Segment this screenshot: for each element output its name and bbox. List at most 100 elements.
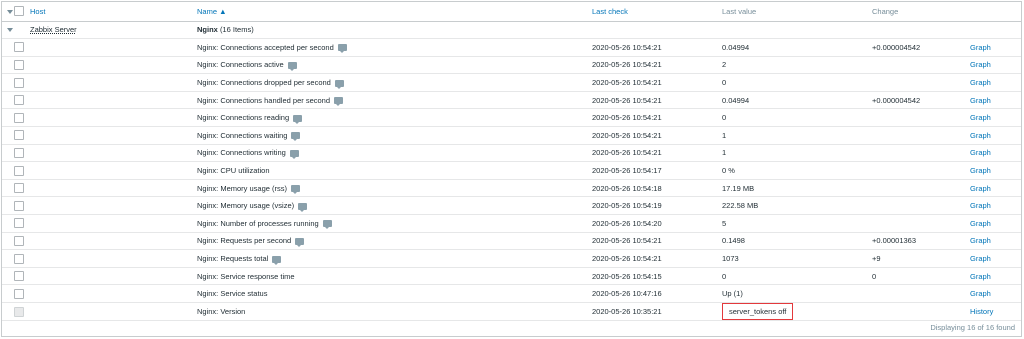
graph-link[interactable]: Graph	[970, 219, 991, 228]
row-checkbox[interactable]	[14, 130, 24, 141]
item-change	[872, 109, 970, 127]
item-last-value: 0.04994	[722, 95, 750, 105]
item-last-value: 0	[722, 113, 727, 123]
item-change: +0.000004542	[872, 42, 921, 52]
description-icon[interactable]	[337, 44, 347, 54]
item-name: Nginx: Service status	[197, 289, 268, 299]
graph-link[interactable]: Graph	[970, 166, 991, 175]
graph-link[interactable]: Graph	[970, 131, 991, 140]
table-row: Nginx: Connections handled per second 202…	[2, 91, 1021, 109]
item-name: Nginx: Connections active	[197, 60, 284, 70]
description-icon[interactable]	[334, 97, 344, 107]
item-last-check: 2020-05-26 10:54:21	[592, 78, 662, 88]
row-checkbox[interactable]	[14, 288, 24, 299]
description-icon[interactable]	[287, 62, 297, 71]
item-last-value: 1	[722, 148, 727, 158]
history-link[interactable]: History	[970, 307, 993, 316]
last-value-column-header: Last value	[722, 6, 757, 16]
graph-link[interactable]: Graph	[970, 148, 991, 157]
table-row: Nginx: Requests total 2020-05-26 10:54:21…	[2, 250, 1021, 268]
latest-data-table: Host Name ▲ Last check Last value Change…	[2, 2, 1021, 321]
item-change	[872, 303, 970, 321]
select-all-checkbox[interactable]	[14, 6, 24, 17]
row-checkbox[interactable]	[14, 183, 24, 194]
description-icon[interactable]	[295, 237, 305, 247]
item-name: Nginx: CPU utilization	[197, 166, 270, 176]
item-change: 0	[872, 271, 877, 281]
row-checkbox[interactable]	[14, 77, 24, 88]
row-checkbox	[14, 306, 24, 317]
row-checkbox[interactable]	[14, 95, 24, 106]
row-checkbox[interactable]	[14, 200, 24, 211]
last-check-column-header[interactable]: Last check	[592, 7, 628, 16]
row-checkbox[interactable]	[14, 253, 24, 264]
row-checkbox[interactable]	[14, 235, 24, 246]
item-name: Nginx: Connections reading	[197, 113, 290, 123]
table-row: Nginx: Connections writing 2020-05-26 10:…	[2, 144, 1021, 162]
description-icon[interactable]	[291, 185, 301, 195]
graph-link[interactable]: Graph	[970, 201, 991, 210]
item-name: Nginx: Connections accepted per second	[197, 42, 334, 52]
graph-link[interactable]: Graph	[970, 60, 991, 69]
table-row: Nginx: CPU utilization 2020-05-26 10:54:1…	[2, 162, 1021, 180]
item-name: Nginx: Connections dropped per second	[197, 78, 331, 88]
item-change	[872, 179, 970, 197]
graph-link[interactable]: Graph	[970, 43, 991, 52]
item-last-value: 1073	[722, 254, 739, 264]
table-row: Nginx: Connections reading 2020-05-26 10:…	[2, 109, 1021, 127]
item-last-check: 2020-05-26 10:54:21	[592, 42, 662, 52]
item-last-value: Up (1)	[722, 289, 743, 299]
item-name: Nginx: Version	[197, 307, 246, 316]
table-row: Nginx: Connections waiting 2020-05-26 10:…	[2, 127, 1021, 145]
item-name: Nginx: Number of processes running	[197, 218, 319, 228]
graph-link[interactable]: Graph	[970, 254, 991, 263]
table-row: Nginx: Connections accepted per second 20…	[2, 39, 1021, 57]
item-change	[872, 215, 970, 233]
item-last-check: 2020-05-26 10:47:16	[592, 289, 662, 299]
row-checkbox[interactable]	[14, 165, 24, 176]
description-icon[interactable]	[272, 255, 282, 265]
description-icon[interactable]	[293, 114, 303, 124]
item-name: Nginx: Requests per second	[197, 236, 292, 246]
graph-link[interactable]: Graph	[970, 78, 991, 87]
description-icon[interactable]	[298, 202, 308, 212]
item-last-check: 2020-05-26 10:54:15	[592, 271, 662, 281]
item-change	[872, 197, 970, 215]
graph-link[interactable]: Graph	[970, 184, 991, 193]
item-change: +9	[872, 254, 881, 264]
graph-link[interactable]: Graph	[970, 236, 991, 245]
table-row: Nginx: Connections dropped per second 202…	[2, 74, 1021, 92]
row-checkbox[interactable]	[14, 147, 24, 158]
table-row: Nginx: Connections active 2020-05-26 10:5…	[2, 56, 1021, 74]
host-link[interactable]: Zabbix Server	[30, 25, 77, 34]
graph-link[interactable]: Graph	[970, 272, 991, 281]
host-column-header[interactable]: Host	[30, 7, 45, 16]
graph-link[interactable]: Graph	[970, 289, 991, 298]
graph-link[interactable]: Graph	[970, 96, 991, 105]
row-checkbox[interactable]	[14, 59, 24, 70]
item-last-value: 1	[722, 130, 727, 140]
description-icon[interactable]	[334, 79, 344, 89]
item-last-check: 2020-05-26 10:54:21	[592, 236, 662, 246]
item-last-check: 2020-05-26 10:54:17	[592, 166, 662, 176]
item-last-check: 2020-05-26 10:54:21	[592, 130, 662, 140]
item-change: +0.000004542	[872, 95, 921, 105]
description-icon[interactable]	[291, 132, 301, 142]
row-checkbox[interactable]	[14, 271, 24, 282]
table-row: Nginx: Service status 2020-05-26 10:47:16…	[2, 285, 1021, 303]
item-name: Nginx: Connections writing	[197, 148, 286, 158]
item-last-value: 17.19 MB	[722, 183, 755, 193]
collapse-group-icon[interactable]	[7, 28, 13, 33]
row-checkbox[interactable]	[14, 112, 24, 123]
row-checkbox[interactable]	[14, 42, 24, 53]
description-icon[interactable]	[289, 149, 299, 159]
item-last-check: 2020-05-26 10:54:18	[592, 183, 662, 193]
item-last-value: 0.04994	[722, 42, 750, 52]
item-name: Nginx: Connections waiting	[197, 130, 288, 140]
graph-link[interactable]: Graph	[970, 113, 991, 122]
collapse-all-icon[interactable]	[7, 9, 13, 14]
name-column-header[interactable]: Name ▲	[197, 7, 227, 16]
description-icon[interactable]	[322, 220, 332, 230]
row-checkbox[interactable]	[14, 218, 24, 229]
item-change: +0.00001363	[872, 236, 917, 246]
